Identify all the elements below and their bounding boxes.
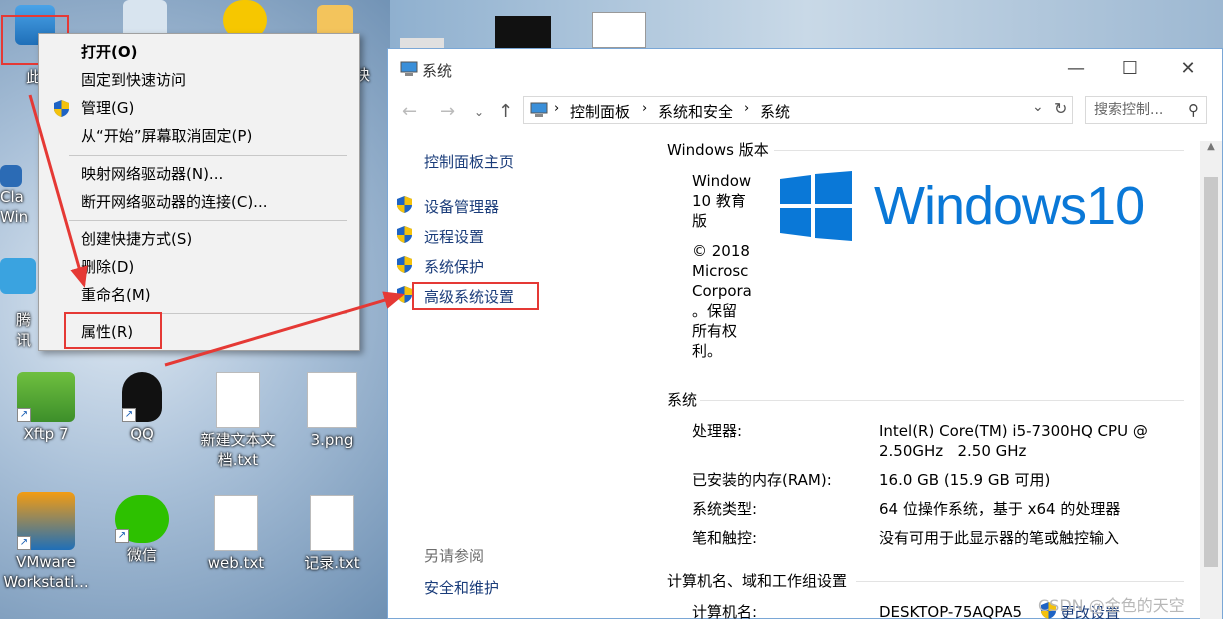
arrow-to-advanced-settings [164,291,405,367]
annotation-arrows [28,94,405,367]
watermark: CSDN @金色的天空 [1038,596,1185,615]
arrow-to-rename [28,94,88,288]
